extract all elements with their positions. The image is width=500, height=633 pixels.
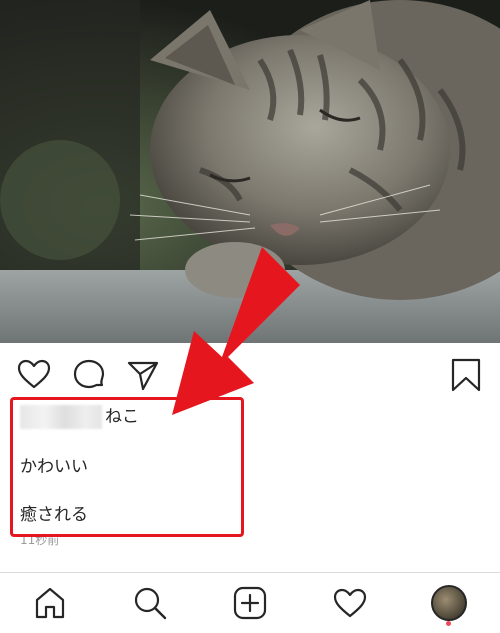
cat-photo-illustration [0,0,500,343]
home-icon[interactable] [32,585,68,621]
blurred-username[interactable] [20,405,102,429]
search-icon[interactable] [132,585,168,621]
bottom-nav-bar [0,572,500,633]
bookmark-icon[interactable] [448,357,484,393]
comment-icon[interactable] [71,357,107,393]
activity-heart-icon[interactable] [332,585,368,621]
comment-1: かわいい [20,457,88,477]
add-post-icon[interactable] [232,585,268,621]
share-icon[interactable] [125,357,161,393]
post-timestamp: 11秒前 [20,533,60,547]
notification-dot [446,621,451,626]
post-photo[interactable] [0,0,500,343]
heart-icon[interactable] [16,357,52,393]
profile-avatar[interactable] [431,585,467,621]
post-action-bar [0,343,500,405]
comment-2: 癒される [20,505,88,525]
post-caption: ねこ [105,407,139,427]
